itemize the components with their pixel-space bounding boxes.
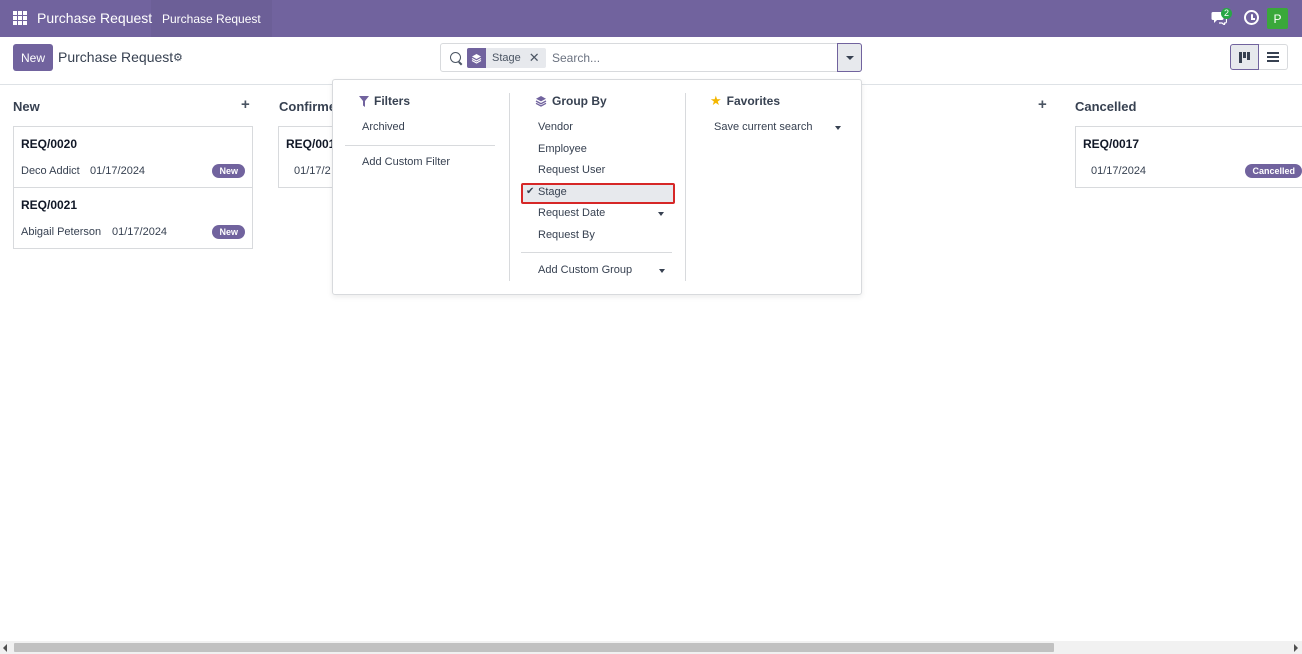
card-reference: REQ/0021: [21, 198, 78, 212]
menu-item-purchase-request[interactable]: Purchase Request: [151, 0, 272, 37]
column-title-confirmed: Confirme: [279, 99, 337, 114]
new-button[interactable]: New: [13, 44, 53, 71]
kanban-card[interactable]: REQ/001 01/17/2: [278, 126, 338, 188]
group-by-employee[interactable]: Employee: [538, 139, 587, 160]
column-add-icon[interactable]: +: [1038, 96, 1047, 113]
add-custom-group[interactable]: Add Custom Group: [538, 260, 632, 281]
divider: [685, 93, 686, 281]
group-by-vendor[interactable]: Vendor: [538, 117, 573, 138]
card-date: 01/17/2024: [1091, 165, 1147, 177]
group-by-stage[interactable]: Stage: [538, 182, 567, 203]
check-icon: ✔: [526, 186, 535, 197]
search-bar: Stage ✕: [440, 43, 862, 72]
divider: [509, 93, 510, 281]
group-by-heading-label: Group By: [552, 94, 607, 108]
status-badge: New: [212, 164, 245, 178]
gear-icon[interactable]: ⚙: [173, 51, 183, 64]
control-panel: New Purchase Request ⚙ Stage ✕: [0, 37, 1302, 85]
kanban-view-button[interactable]: [1230, 44, 1259, 70]
top-navbar: Purchase Request Purchase Request 2 P: [0, 0, 1302, 37]
close-icon[interactable]: ✕: [529, 50, 546, 66]
clock-icon[interactable]: [1244, 10, 1259, 25]
apps-menu-icon[interactable]: [13, 11, 27, 25]
facet-label: Stage: [492, 52, 521, 64]
search-icon: [450, 52, 461, 63]
layers-icon: [535, 96, 547, 107]
divider: [521, 252, 672, 253]
card-partner: Abigail Peterson: [21, 226, 102, 238]
filters-heading-label: Filters: [374, 94, 411, 108]
kanban-card[interactable]: REQ/0021 Abigail Peterson 01/17/2024 New: [13, 187, 253, 249]
save-current-search[interactable]: Save current search: [714, 117, 812, 138]
view-switcher: [1230, 44, 1288, 70]
divider: [345, 145, 495, 146]
caret-down-icon[interactable]: [835, 126, 841, 130]
group-by-request-user[interactable]: Request User: [538, 160, 605, 181]
chat-count-badge: 2: [1221, 8, 1233, 19]
card-reference: REQ/0017: [1083, 137, 1140, 151]
star-icon: ★: [710, 93, 722, 108]
card-reference: REQ/001: [286, 137, 336, 151]
search-facet-group-by: Stage ✕: [467, 48, 546, 68]
filter-archived[interactable]: Archived: [362, 117, 405, 138]
group-by-request-by[interactable]: Request By: [538, 225, 595, 246]
layers-icon: [467, 48, 486, 68]
scroll-left-icon[interactable]: [3, 644, 7, 652]
column-title-cancelled: Cancelled: [1075, 99, 1137, 114]
favorites-heading: ★ Favorites: [710, 94, 780, 108]
search-options-toggle[interactable]: [837, 43, 862, 72]
column-title-new: New: [13, 99, 40, 114]
app-name[interactable]: Purchase Request: [37, 10, 152, 26]
horizontal-scrollbar[interactable]: [0, 641, 1302, 654]
card-date: 01/17/2024: [90, 165, 146, 177]
favorites-heading-label: Favorites: [726, 94, 781, 108]
page-title: Purchase Request: [58, 49, 174, 65]
kanban-card[interactable]: REQ/0020 Deco Addict 01/17/2024 New: [13, 126, 253, 188]
kanban-card[interactable]: REQ/0017 01/17/2024 Cancelled: [1075, 126, 1302, 188]
filter-icon: [359, 95, 369, 107]
caret-down-icon[interactable]: [658, 212, 664, 216]
column-add-icon[interactable]: +: [241, 96, 250, 113]
avatar[interactable]: P: [1267, 8, 1288, 29]
search-input[interactable]: [552, 48, 832, 68]
card-date: 01/17/2024: [112, 226, 168, 238]
status-badge: Cancelled: [1245, 164, 1302, 178]
group-by-request-date[interactable]: Request Date: [538, 203, 605, 224]
group-by-heading: Group By: [535, 94, 607, 108]
search-options-dropdown: Filters Archived Add Custom Filter Group…: [332, 79, 862, 295]
scrollbar-thumb[interactable]: [14, 643, 1054, 652]
list-view-button[interactable]: [1259, 44, 1288, 70]
list-icon: [1267, 52, 1279, 62]
status-badge: New: [212, 225, 245, 239]
add-custom-filter[interactable]: Add Custom Filter: [362, 152, 450, 173]
card-date: 01/17/2: [294, 165, 331, 177]
filters-heading: Filters: [359, 94, 410, 108]
caret-down-icon[interactable]: [659, 269, 665, 273]
card-partner: Deco Addict: [21, 165, 80, 177]
scroll-right-icon[interactable]: [1294, 644, 1298, 652]
kanban-icon: [1238, 51, 1251, 63]
card-reference: REQ/0020: [21, 137, 78, 151]
caret-down-icon: [845, 55, 854, 60]
